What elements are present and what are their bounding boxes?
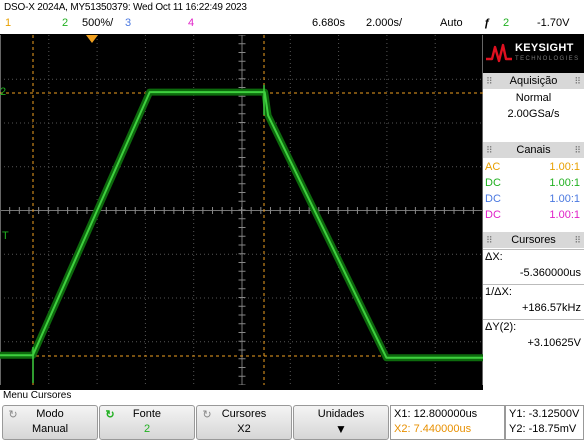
ch4-coupling: DC bbox=[485, 209, 501, 221]
x-cursor-readout: X1: 12.800000us X2: 7.440000us bbox=[390, 405, 505, 440]
trigger-mode: Auto bbox=[440, 17, 463, 29]
mode-label: Modo bbox=[36, 408, 64, 420]
ch2-indicator[interactable]: 2 bbox=[62, 17, 68, 29]
menu-title-bar: Menu Cursores bbox=[0, 390, 584, 404]
grip-icon: ⠿ bbox=[574, 145, 581, 155]
ch2-ground-marker-label: 2 bbox=[0, 86, 7, 98]
side-panel: KEYSIGHT TECHNOLOGIES ⠿ Aquisição ⠿ Norm… bbox=[483, 35, 584, 390]
submenu-arrow-icon: ▼ bbox=[335, 422, 347, 436]
ch3-probe: 1.00:1 bbox=[549, 193, 580, 205]
logo-subtitle: TECHNOLOGIES bbox=[515, 56, 580, 62]
cursors-label: Cursores bbox=[221, 408, 267, 420]
ch3-indicator[interactable]: 3 bbox=[125, 17, 131, 29]
delta-x-label: ΔX: bbox=[485, 251, 503, 263]
channel-row-3[interactable]: DC 1.00:1 bbox=[483, 192, 584, 207]
channels-header[interactable]: ⠿ Canais ⠿ bbox=[483, 142, 584, 158]
y2-readout: Y2: -18.75mV bbox=[509, 423, 577, 435]
trigger-source: 2 bbox=[503, 17, 510, 29]
delta-x-value: -5.360000us bbox=[519, 267, 581, 279]
units-softkey[interactable]: Unidades ▼ bbox=[293, 405, 389, 440]
trigger-level-marker[interactable]: T bbox=[2, 230, 9, 242]
instrument-title: DSO-X 2024A, MY51350379: Wed Oct 11 16:2… bbox=[4, 2, 247, 13]
trigger-position-marker[interactable] bbox=[86, 35, 98, 43]
channel-status-row: 1 2 500%/ 3 4 6.680s 2.000s/ Auto ƒ 2 -1… bbox=[0, 17, 584, 33]
ch2-probe: 1.00:1 bbox=[549, 177, 580, 189]
trigger-edge-icon: ƒ bbox=[484, 17, 491, 29]
grip-icon: ⠿ bbox=[574, 235, 581, 245]
ch2-coupling: DC bbox=[485, 177, 501, 189]
delta-y-label: ΔY(2): bbox=[485, 321, 517, 333]
ch2-scale: 500%/ bbox=[82, 17, 114, 29]
grip-icon: ⠿ bbox=[574, 76, 581, 86]
channel-row-2[interactable]: DC 1.00:1 bbox=[483, 176, 584, 191]
y-cursor-readout: Y1: -3.12500V Y2: -18.75mV bbox=[505, 405, 584, 440]
source-softkey[interactable]: ↻ Fonte 2 bbox=[99, 405, 195, 440]
softkey-menu: ↻ Modo Manual ↻ Fonte 2 ↻ Cursores X2 Un… bbox=[0, 404, 584, 440]
logo-brand: KEYSIGHT bbox=[515, 42, 574, 54]
cursors-softkey[interactable]: ↻ Cursores X2 bbox=[196, 405, 292, 440]
grip-icon: ⠿ bbox=[486, 235, 493, 245]
waveform-display[interactable]: 2 T bbox=[0, 35, 483, 385]
sample-rate: 2.00GSa/s bbox=[507, 108, 560, 120]
cursors-header[interactable]: ⠿ Cursores ⠿ bbox=[483, 232, 584, 248]
grip-icon: ⠿ bbox=[486, 145, 493, 155]
mode-softkey[interactable]: ↻ Modo Manual bbox=[2, 405, 98, 440]
ch1-coupling: AC bbox=[485, 161, 501, 173]
trigger-level-marker-label: T bbox=[2, 230, 9, 242]
channels-title: Canais bbox=[516, 144, 551, 156]
delta-y-value: +3.10625V bbox=[527, 337, 581, 349]
trigger-level: -1.70V bbox=[537, 17, 570, 29]
x2-readout: X2: 7.440000us bbox=[394, 423, 472, 435]
inverse-delta-x-value: +186.57kHz bbox=[521, 302, 581, 314]
acquisition-title: Aquisição bbox=[509, 75, 558, 87]
status-bar: DSO-X 2024A, MY51350379: Wed Oct 11 16:2… bbox=[0, 0, 584, 34]
delta-y-cell: ΔY(2): +3.10625V bbox=[483, 319, 584, 354]
delta-x-cell: ΔX: -5.360000us bbox=[483, 249, 584, 284]
grid-ticks bbox=[0, 35, 483, 385]
source-label: Fonte bbox=[132, 408, 162, 420]
units-label: Unidades bbox=[317, 408, 365, 420]
ch4-probe: 1.00:1 bbox=[549, 209, 580, 221]
mode-value: Manual bbox=[31, 423, 69, 435]
channel-row-4[interactable]: DC 1.00:1 bbox=[483, 208, 584, 223]
timebase-delay: 6.680s bbox=[312, 17, 346, 29]
inverse-delta-x-label: 1/ΔX: bbox=[485, 286, 512, 298]
ch4-indicator[interactable]: 4 bbox=[188, 17, 194, 29]
channel-row-1[interactable]: AC 1.00:1 bbox=[483, 160, 584, 175]
acquisition-mode: Normal bbox=[515, 92, 552, 104]
acquisition-header[interactable]: ⠿ Aquisição ⠿ bbox=[483, 73, 584, 89]
inverse-delta-x-cell: 1/ΔX: +186.57kHz bbox=[483, 284, 584, 319]
cursors-value: X2 bbox=[237, 423, 251, 435]
menu-title: Menu Cursores bbox=[3, 390, 72, 401]
y1-readout: Y1: -3.12500V bbox=[509, 408, 580, 420]
cursors-title: Cursores bbox=[511, 234, 556, 246]
keysight-wave-icon bbox=[486, 43, 512, 63]
ch1-indicator[interactable]: 1 bbox=[5, 17, 11, 29]
x1-readout: X1: 12.800000us bbox=[394, 408, 478, 420]
keysight-logo: KEYSIGHT TECHNOLOGIES bbox=[483, 35, 584, 73]
source-value: 2 bbox=[143, 423, 151, 435]
graticule bbox=[0, 35, 483, 385]
ch2-ground-marker[interactable]: 2 bbox=[0, 86, 6, 98]
ch3-coupling: DC bbox=[485, 193, 501, 205]
grip-icon: ⠿ bbox=[486, 76, 493, 86]
timebase-scale: 2.000s/ bbox=[366, 17, 403, 29]
ch1-probe: 1.00:1 bbox=[549, 161, 580, 173]
